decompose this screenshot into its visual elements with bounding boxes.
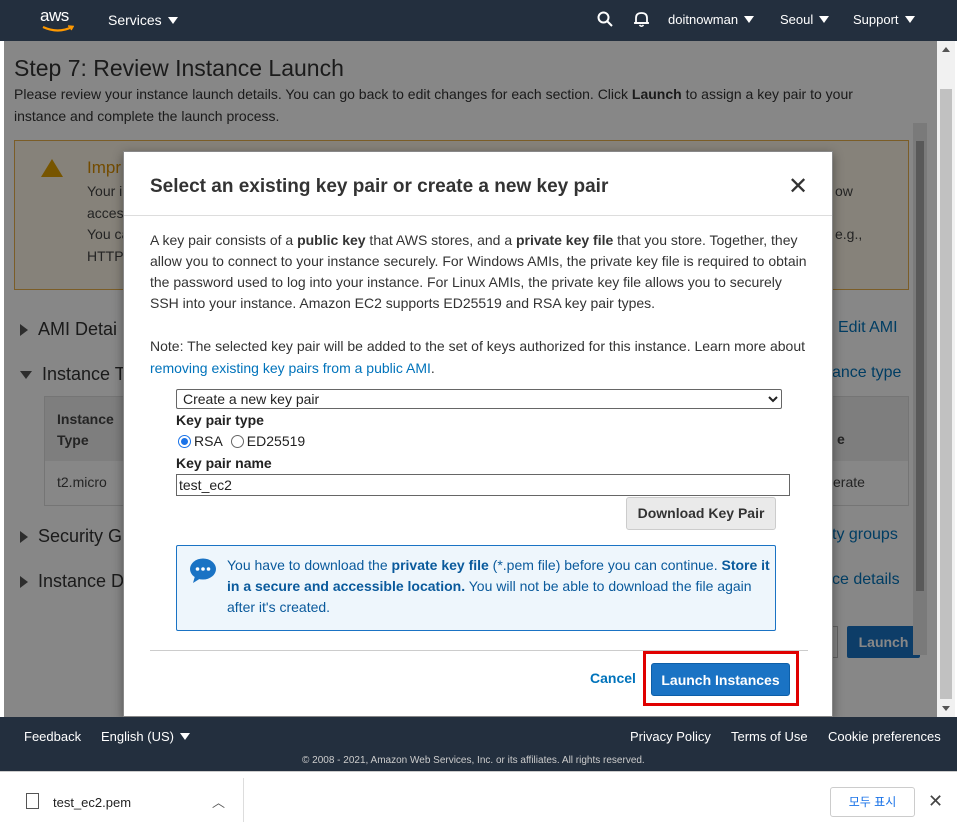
chat-bubble-icon: [190, 558, 216, 583]
top-navigation: aws Services doitnowman Seoul Support: [0, 0, 957, 41]
download-key-pair-button[interactable]: Download Key Pair: [626, 497, 776, 530]
account-label: doitnowman: [668, 12, 739, 27]
key-pair-description: A key pair consists of a public key that…: [150, 232, 807, 311]
caret-down-icon: [904, 16, 915, 23]
cookie-preferences-link[interactable]: Cookie preferences: [828, 729, 941, 744]
download-bar: test_ec2.pem ︿ 모두 표시 ✕: [0, 771, 957, 828]
download-info-text: You have to download the private key fil…: [227, 557, 770, 615]
support-menu[interactable]: Support: [853, 12, 915, 27]
aws-logo[interactable]: aws: [40, 6, 80, 36]
page-scrollbar[interactable]: [937, 41, 955, 717]
downloaded-file-name[interactable]: test_ec2.pem: [53, 795, 131, 810]
search-icon[interactable]: [597, 11, 613, 27]
region-menu[interactable]: Seoul: [780, 12, 830, 27]
file-icon: [26, 793, 39, 809]
key-pair-type-label: Key pair type: [176, 412, 264, 428]
region-label: Seoul: [780, 12, 814, 27]
cancel-button[interactable]: Cancel: [590, 670, 636, 686]
key-pair-modal: Select an existing key pair or create a …: [123, 151, 833, 717]
notification-bell-icon[interactable]: [633, 10, 650, 28]
aws-logo-text: aws: [40, 6, 69, 25]
chevron-up-icon[interactable]: ︿: [212, 792, 225, 811]
key-pair-type-radios: RSA ED25519: [178, 433, 305, 449]
close-icon[interactable]: ✕: [928, 791, 943, 812]
removing-key-pairs-link[interactable]: removing existing key pairs from a publi…: [150, 360, 431, 376]
feedback-link[interactable]: Feedback: [24, 729, 81, 744]
page-footer: Feedback English (US) Privacy Policy Ter…: [0, 717, 957, 771]
key-pair-name-input[interactable]: [176, 474, 790, 496]
copyright-text: © 2008 - 2021, Amazon Web Services, Inc.…: [302, 755, 645, 766]
terms-of-use-link[interactable]: Terms of Use: [731, 729, 808, 744]
services-menu[interactable]: Services: [108, 12, 178, 28]
scroll-up-icon[interactable]: [942, 47, 950, 52]
caret-down-icon: [819, 16, 830, 23]
scroll-down-icon[interactable]: [942, 706, 950, 711]
download-info-box: You have to download the private key fil…: [176, 545, 776, 631]
radio-rsa-label[interactable]: RSA: [194, 433, 223, 449]
caret-down-icon: [744, 16, 755, 23]
services-label: Services: [108, 12, 162, 28]
key-pair-note: Note: The selected key pair will be adde…: [150, 338, 806, 376]
language-menu[interactable]: English (US): [101, 729, 190, 744]
close-icon[interactable]: ✕: [788, 172, 808, 201]
account-menu[interactable]: doitnowman: [668, 12, 755, 27]
key-pair-option-select[interactable]: Create a new key pair: [176, 389, 782, 409]
radio-ed25519[interactable]: [230, 434, 244, 448]
caret-down-icon: [167, 16, 178, 24]
key-pair-name-label: Key pair name: [176, 455, 272, 471]
radio-ed25519-label[interactable]: ED25519: [247, 433, 305, 449]
support-label: Support: [853, 12, 899, 27]
scrollbar-thumb[interactable]: [940, 89, 952, 699]
highlight-box: [643, 651, 799, 706]
privacy-policy-link[interactable]: Privacy Policy: [630, 729, 711, 744]
modal-divider: [124, 215, 832, 216]
aws-smile-icon: [42, 25, 74, 32]
radio-rsa[interactable]: [178, 434, 191, 448]
show-all-button[interactable]: 모두 표시: [830, 787, 915, 817]
download-bar-divider: [243, 778, 244, 822]
caret-down-icon: [179, 733, 190, 740]
modal-title: Select an existing key pair or create a …: [150, 176, 609, 197]
